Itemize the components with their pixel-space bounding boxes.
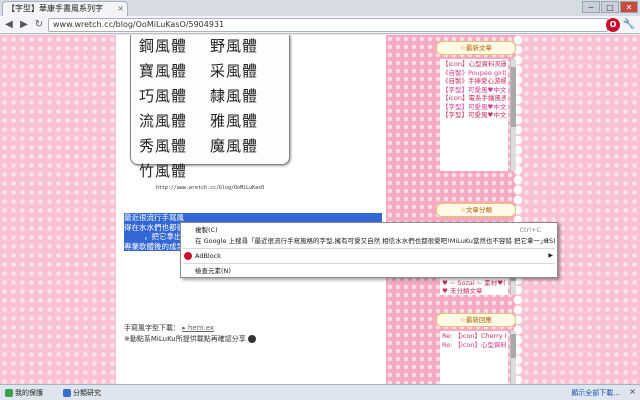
download-item[interactable]: 我的保護 <box>4 387 43 399</box>
download-item-label: 我的保護 <box>15 389 43 397</box>
new-articles-header: ☆最新文章 <box>436 41 516 55</box>
download-label: 手寫風字型下載： <box>124 324 180 332</box>
font-sample-cell: 野風體 <box>210 37 259 55</box>
sidebar-link[interactable]: 【字型】可愛風♥中文字型20款下載Part.1 更新! <box>442 103 506 112</box>
wrench-menu-icon[interactable]: 🔧 <box>622 18 636 32</box>
menu-item-adblock[interactable]: AdBlock ▶ <box>181 251 557 261</box>
back-arrow-icon[interactable]: ◀ <box>2 18 16 32</box>
font-sample-cell: 采風體 <box>210 62 259 80</box>
font-sample-cell: 魔風體 <box>210 137 259 155</box>
sidebar-link[interactable]: ♥ 未分類文章 <box>442 287 506 295</box>
font-sample-cell <box>210 160 281 181</box>
sidebar-link[interactable]: 【字型】可愛風♥中文字型8款下載Part.3 <box>442 86 506 95</box>
sidebar-link[interactable]: 《自製》手捧愛心游標6款 <box>442 77 506 86</box>
inspect-label: 檢查元素(N) <box>195 267 231 275</box>
window-controls: ─ □ ✕ <box>582 1 638 13</box>
new-articles-list: 【icon】心型資料夾圖示6款《自製》Poupee girl娃娃變裝3款《自製》… <box>440 59 508 171</box>
font-sample-cell: 隸風體 <box>210 87 259 105</box>
submenu-arrow-icon: ▶ <box>548 252 553 259</box>
file-icon <box>63 389 71 397</box>
articles-scroll-thumb[interactable] <box>511 67 516 127</box>
selected-line: ，把它拿出來分 <box>124 232 180 242</box>
sidebar-link[interactable]: 《自製》Poupee girl娃娃變裝3款 <box>442 69 506 78</box>
menu-item-copy[interactable]: 複製(C) Ctrl+C <box>181 225 557 235</box>
web-page: 鋼風體 野風體寶風體 采風體巧風體 隸風體流風體 雅風體秀風體 魔風體竹風體 http:/… <box>0 35 640 384</box>
new-replies-list: Re: 【icon】Cherry blossom♥資料夾/桌面圖示, by 桃桃… <box>440 331 508 384</box>
selected-line: 專業軟體後的成果 <box>124 241 180 251</box>
selected-line: 得在水水們也都很 <box>124 222 180 232</box>
download-bar: 我的保護 分類研究 顯示全部下載... × <box>0 384 640 400</box>
font-sample-grid: 鋼風體 野風體寶風體 采風體巧風體 隸風體流風體 雅風體秀風體 魔風體竹風體 <box>131 35 289 181</box>
font-sample-image: 鋼風體 野風體寶風體 采風體巧風體 隸風體流風體 雅風體秀風體 魔風體竹風體 http:/… <box>130 35 290 191</box>
font-sample-cell: 秀風體 <box>139 137 188 155</box>
categories-header: ☆文章分類 <box>436 203 516 217</box>
menu-item-inspect[interactable]: 檢查元素(N) <box>181 266 557 276</box>
menu-separator <box>183 248 555 249</box>
replies-scrollbar[interactable] <box>510 331 516 384</box>
sidebar-link[interactable]: 【字型】可愛風♥中文字型 <box>442 111 506 120</box>
browser-toolbar: ◀ ▶ ↻ www.wretch.cc/blog/OoMiLuKasO/5904… <box>0 16 640 34</box>
minimize-button[interactable]: ─ <box>582 1 600 13</box>
font-sample-cell: 鋼風體 <box>139 37 188 55</box>
sidebar-link[interactable]: ♥ ~ Sozai ~ 素材♥(5) <box>442 279 506 288</box>
download-item-label: 分類研究 <box>73 389 101 397</box>
tab-close-icon[interactable]: × <box>117 2 124 15</box>
sidebar-link[interactable]: 【icon】電系手繪風表情8款 <box>442 94 506 103</box>
sidebar-link[interactable]: Re: 【icon】Cherry blossom♥資料夾/桌面圖示, by 桃桃… <box>442 332 506 341</box>
search-icon: ⊕ <box>543 237 549 245</box>
download-item[interactable]: 分類研究 <box>62 387 101 399</box>
articles-scrollbar[interactable] <box>510 59 516 171</box>
font-sample-cell: 寶風體 <box>139 62 188 80</box>
menu-item-google-search[interactable]: 在 Google 上搜尋「最近很流行手寫風格的字型,擁有可愛又自然 相信水水們也… <box>181 236 557 246</box>
file-icon <box>5 389 13 397</box>
tab-strip: 【字型】華康手書風系列字 × ─ □ ✕ <box>0 0 640 16</box>
replies-scroll-thumb[interactable] <box>511 334 516 358</box>
new-replies-header: ☆最新回應 <box>436 313 516 327</box>
adblock-extension-icon[interactable]: O <box>606 18 620 32</box>
browser-tab[interactable]: 【字型】華康手書風系列字 × <box>2 1 128 16</box>
adblock-label: AdBlock <box>195 252 222 260</box>
forward-arrow-icon[interactable]: ▶ <box>17 18 31 32</box>
close-window-button[interactable]: ✕ <box>620 1 638 13</box>
context-menu: 複製(C) Ctrl+C 在 Google 上搜尋「最近很流行手寫風格的字型,擁… <box>180 222 558 278</box>
credit-label: ※動點系MiLuKu所提供載點再確認分享 <box>124 335 246 343</box>
copy-label: 複製(C) <box>195 226 218 234</box>
close-download-bar-icon[interactable]: × <box>629 387 636 396</box>
menu-separator <box>183 263 555 264</box>
search-label: 在 Google 上搜尋「最近很流行手寫風格的字型,擁有可愛又自然 相信水水們也… <box>195 237 556 245</box>
download-text: 手寫風字型下載： ▸ hem.ex <box>124 323 214 333</box>
maximize-button[interactable]: □ <box>601 1 619 13</box>
credit-text: ※動點系MiLuKu所提供載點再確認分享 <box>124 334 256 344</box>
sidebar-link[interactable]: 【icon】心型資料夾圖示6款 <box>442 60 506 69</box>
font-sample-cell: 巧風體 <box>139 87 188 105</box>
adblock-icon <box>184 252 192 260</box>
font-sample-cell: 竹風體 <box>139 162 188 180</box>
reload-icon[interactable]: ↻ <box>32 18 46 32</box>
download-link[interactable]: ▸ hem.ex <box>182 324 214 332</box>
tab-title: 【字型】華康手書風系列字 <box>7 4 103 13</box>
font-sample-cell: 雅風體 <box>210 112 259 130</box>
font-sample-cell: 流風體 <box>139 112 188 130</box>
show-all-downloads-link[interactable]: 顯示全部下載... <box>571 388 620 398</box>
copy-shortcut: Ctrl+C <box>519 226 541 234</box>
sidebar-link[interactable]: Re: 【icon】心型資料夾圖示6款, by <box>442 341 506 350</box>
camera-icon <box>247 335 256 343</box>
sample-watermark-url: http://www.wretch.cc/blog/OoMiLuKasO <box>155 185 265 191</box>
address-bar[interactable]: www.wretch.cc/blog/OoMiLuKasO/5904931 <box>48 18 608 32</box>
